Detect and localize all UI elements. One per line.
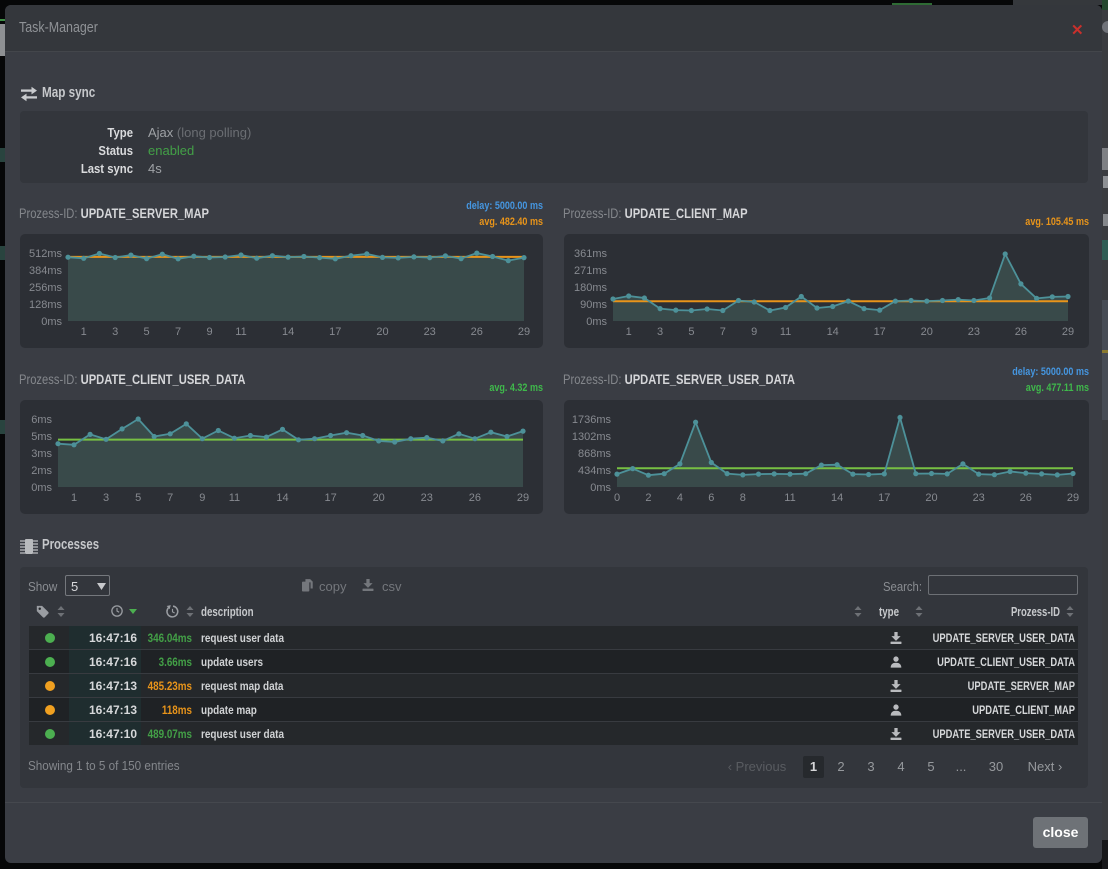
svg-text:180ms: 180ms (574, 282, 608, 294)
svg-text:14: 14 (827, 326, 839, 338)
svg-text:9: 9 (199, 492, 205, 504)
svg-text:5: 5 (135, 492, 141, 504)
svg-text:5: 5 (688, 326, 694, 338)
svg-text:23: 23 (968, 326, 980, 338)
svg-text:271ms: 271ms (574, 265, 608, 277)
svg-text:1: 1 (81, 326, 87, 338)
svg-text:17: 17 (324, 492, 336, 504)
svg-text:9: 9 (206, 326, 212, 338)
svg-text:6ms: 6ms (31, 414, 52, 426)
svg-text:3: 3 (657, 326, 663, 338)
svg-text:0ms: 0ms (41, 316, 62, 328)
svg-text:29: 29 (518, 326, 530, 338)
svg-text:5: 5 (144, 326, 150, 338)
svg-text:29: 29 (1067, 492, 1079, 504)
svg-text:26: 26 (471, 326, 483, 338)
svg-text:23: 23 (421, 492, 433, 504)
svg-text:0ms: 0ms (586, 316, 607, 328)
svg-text:20: 20 (925, 492, 937, 504)
svg-text:384ms: 384ms (29, 265, 63, 277)
svg-text:20: 20 (921, 326, 933, 338)
svg-text:90ms: 90ms (580, 299, 607, 311)
svg-text:26: 26 (469, 492, 481, 504)
svg-text:2: 2 (645, 492, 651, 504)
svg-text:7: 7 (175, 326, 181, 338)
svg-text:7: 7 (720, 326, 726, 338)
svg-text:29: 29 (1062, 326, 1074, 338)
svg-text:6: 6 (708, 492, 714, 504)
svg-text:4: 4 (677, 492, 683, 504)
svg-text:26: 26 (1020, 492, 1032, 504)
svg-text:5ms: 5ms (31, 431, 52, 443)
svg-text:14: 14 (276, 492, 288, 504)
svg-text:11: 11 (784, 492, 795, 504)
svg-text:14: 14 (831, 492, 843, 504)
svg-text:20: 20 (373, 492, 385, 504)
svg-text:128ms: 128ms (29, 299, 63, 311)
svg-text:17: 17 (878, 492, 890, 504)
svg-text:868ms: 868ms (578, 448, 612, 460)
svg-text:361ms: 361ms (574, 248, 608, 260)
svg-text:1: 1 (71, 492, 77, 504)
svg-text:20: 20 (376, 326, 388, 338)
svg-text:11: 11 (235, 326, 246, 338)
svg-text:7: 7 (167, 492, 173, 504)
svg-text:256ms: 256ms (29, 282, 63, 294)
svg-text:8: 8 (740, 492, 746, 504)
svg-text:512ms: 512ms (29, 248, 63, 260)
svg-text:17: 17 (874, 326, 886, 338)
svg-text:2ms: 2ms (31, 465, 52, 477)
svg-text:23: 23 (973, 492, 985, 504)
svg-text:17: 17 (329, 326, 341, 338)
svg-text:23: 23 (424, 326, 436, 338)
svg-text:3: 3 (103, 492, 109, 504)
svg-text:1736ms: 1736ms (572, 414, 612, 426)
svg-text:434ms: 434ms (578, 465, 612, 477)
svg-text:9: 9 (751, 326, 757, 338)
svg-text:1302ms: 1302ms (572, 431, 612, 443)
svg-text:0ms: 0ms (590, 482, 611, 494)
svg-text:29: 29 (517, 492, 529, 504)
svg-text:3: 3 (112, 326, 118, 338)
svg-text:3ms: 3ms (31, 448, 52, 460)
svg-text:14: 14 (282, 326, 294, 338)
svg-text:26: 26 (1015, 326, 1027, 338)
svg-text:11: 11 (229, 492, 240, 504)
svg-text:1: 1 (626, 326, 632, 338)
svg-text:0: 0 (614, 492, 620, 504)
svg-text:11: 11 (780, 326, 791, 338)
svg-text:0ms: 0ms (31, 482, 52, 494)
